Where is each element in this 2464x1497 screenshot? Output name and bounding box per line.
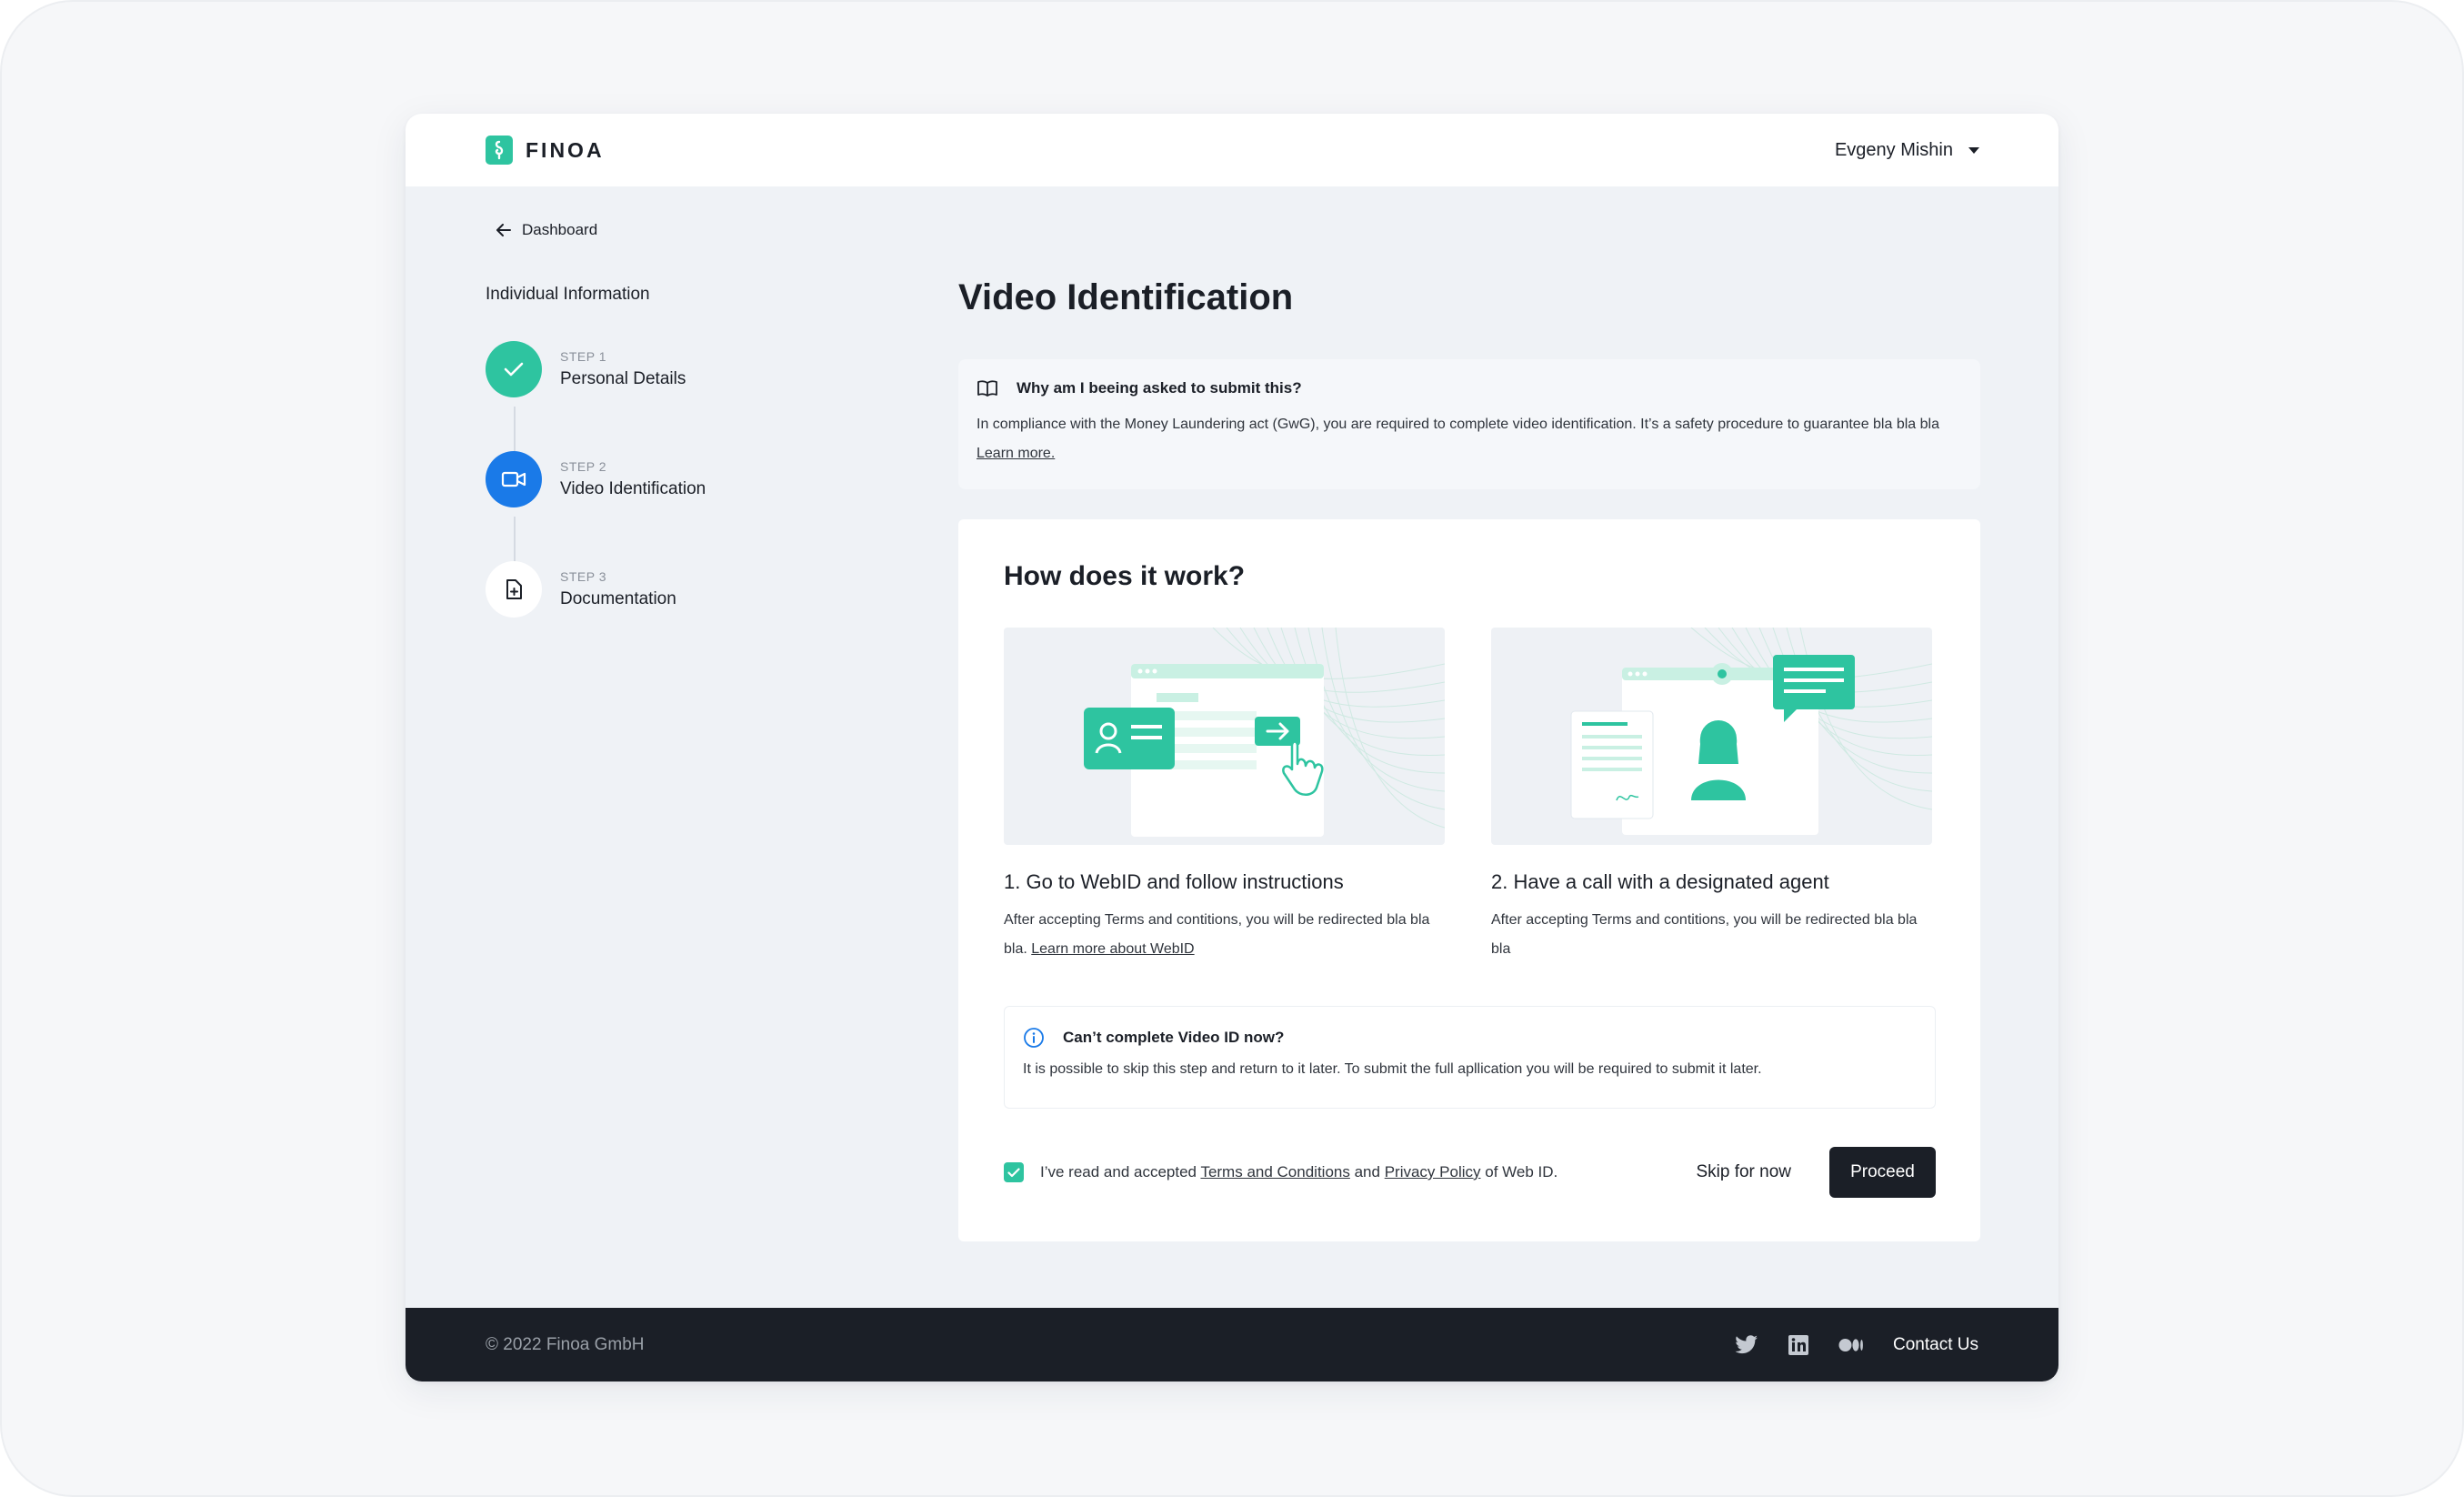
document-add-icon: [506, 579, 522, 599]
medium-icon[interactable]: [1838, 1338, 1864, 1352]
user-name: Evgeny Mishin: [1834, 139, 1953, 160]
contact-us-link[interactable]: Contact Us: [1893, 1335, 1978, 1355]
consent-and: and: [1354, 1163, 1380, 1181]
proceed-button[interactable]: Proceed: [1829, 1147, 1936, 1198]
check-icon: [504, 362, 524, 377]
sidebar-step-video-identification[interactable]: STEP 2 Video Identification: [486, 451, 706, 507]
step-one-text: After accepting Terms and contitions, yo…: [1004, 906, 1449, 964]
agent-call-illustration: [1491, 628, 1932, 845]
how-it-works-card: How does it work? 1. Go to WebID and fol…: [958, 519, 1980, 1241]
skip-for-now-button[interactable]: Skip for now: [1696, 1162, 1829, 1182]
info-icon: [1024, 1028, 1044, 1048]
consent-text: I’ve read and accepted Terms and Conditi…: [1040, 1163, 1558, 1181]
step-status-active: [486, 451, 542, 507]
notice-body: It is possible to skip this step and ret…: [1023, 1061, 1762, 1077]
step-two-text: After accepting Terms and contitions, yo…: [1491, 906, 1937, 964]
twitter-icon[interactable]: [1735, 1334, 1758, 1355]
why-body: In compliance with the Money Laundering …: [977, 410, 1962, 468]
step-one-title: 1. Go to WebID and follow instructions: [1004, 870, 1344, 893]
page-title: Video Identification: [958, 277, 1294, 317]
skip-notice-box: Can’t complete Video ID now? It is possi…: [1004, 1006, 1936, 1109]
footer-links: Contact Us: [1735, 1334, 1978, 1356]
back-to-dashboard-link[interactable]: Dashboard: [496, 221, 597, 239]
privacy-policy-link[interactable]: Privacy Policy: [1385, 1163, 1481, 1181]
sidebar-title: Individual Information: [486, 285, 650, 304]
why-info-box: Why am I beeing asked to submit this? In…: [958, 359, 1980, 489]
logo-wordmark: FINOA: [526, 137, 605, 162]
terms-link[interactable]: Terms and Conditions: [1200, 1163, 1349, 1181]
chevron-down-icon: [1968, 146, 1979, 154]
learn-more-link[interactable]: Learn more.: [977, 446, 1055, 461]
open-book-icon: [977, 380, 997, 397]
linkedin-icon[interactable]: [1788, 1334, 1809, 1356]
step-label: Documentation: [560, 589, 676, 608]
app-window: FINOA Evgeny Mishin Dashboard Individual…: [406, 114, 2058, 1381]
back-link-label: Dashboard: [522, 221, 598, 238]
consent-suffix: of Web ID.: [1485, 1163, 1558, 1181]
step-status-done: [486, 341, 542, 397]
why-heading: Why am I beeing asked to submit this?: [1017, 379, 1302, 397]
consent-prefix: I’ve read and accepted: [1040, 1163, 1197, 1181]
step-two-description: After accepting Terms and contitions, yo…: [1491, 912, 1918, 957]
finoa-logo-mark-icon: [486, 136, 513, 165]
step-kicker: STEP 3: [560, 569, 606, 584]
sidebar-step-personal-details[interactable]: STEP 1 Personal Details: [486, 341, 686, 397]
step-label: Video Identification: [560, 479, 706, 498]
consent-actions-row: I’ve read and accepted Terms and Conditi…: [1004, 1147, 1936, 1198]
step-two-title: 2. Have a call with a designated agent: [1491, 870, 1829, 893]
learn-more-webid-link[interactable]: Learn more about WebID: [1031, 941, 1194, 957]
check-icon: [1007, 1167, 1020, 1177]
terms-checkbox[interactable]: [1004, 1162, 1024, 1182]
webid-illustration: [1004, 628, 1445, 845]
finoa-logo[interactable]: FINOA: [486, 136, 605, 165]
why-body-text: In compliance with the Money Laundering …: [977, 417, 1939, 432]
copyright: © 2022 Finoa GmbH: [486, 1334, 645, 1354]
user-menu[interactable]: Evgeny Mishin: [1835, 140, 1980, 161]
step-status-todo: [486, 561, 542, 618]
step-kicker: STEP 2: [560, 459, 606, 474]
notice-heading: Can’t complete Video ID now?: [1063, 1029, 1285, 1046]
step-kicker: STEP 1: [560, 349, 606, 364]
arrow-left-icon: [496, 224, 511, 236]
step-label: Personal Details: [560, 369, 686, 388]
how-it-works-title: How does it work?: [1004, 561, 1246, 591]
sidebar-step-documentation[interactable]: STEP 3 Documentation: [486, 561, 676, 618]
top-header: FINOA Evgeny Mishin: [406, 114, 2058, 186]
site-footer: © 2022 Finoa GmbH Contact Us: [406, 1308, 2058, 1381]
video-camera-icon: [501, 471, 526, 487]
